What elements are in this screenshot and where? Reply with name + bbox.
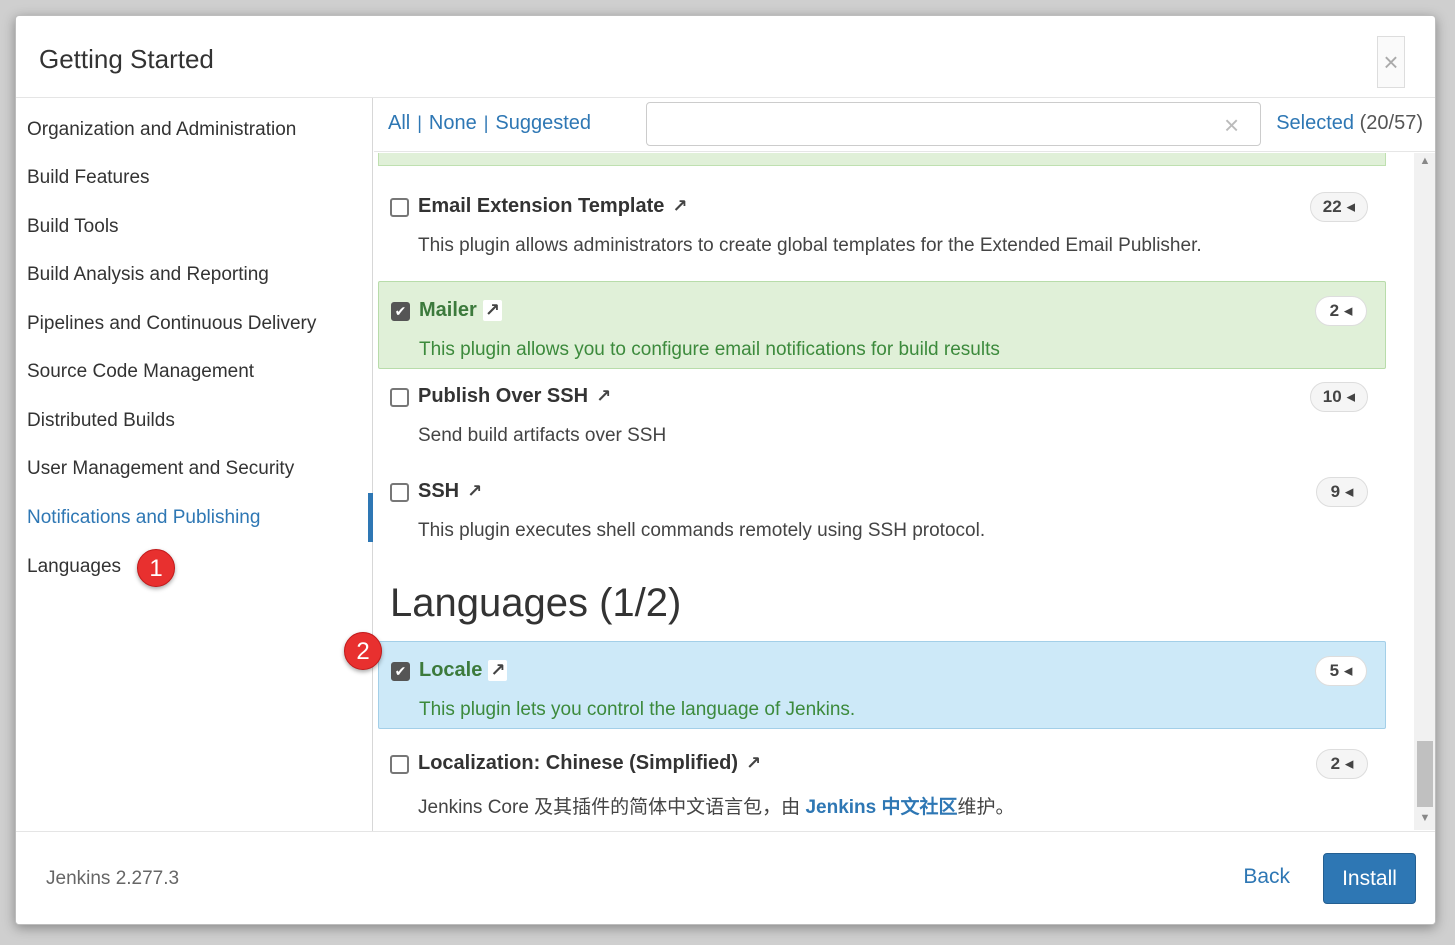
- sidebar-item-organization-administration[interactable]: Organization and Administration: [27, 115, 367, 145]
- sidebar-item-user-management-security[interactable]: User Management and Security: [27, 454, 367, 484]
- languages-section-title: Languages (1/2): [390, 581, 682, 625]
- sidebar-item-pipelines-continuous-delivery[interactable]: Pipelines and Continuous Delivery: [27, 309, 367, 339]
- external-link-icon[interactable]: ↗: [465, 481, 484, 502]
- filter-links: All | None | Suggested: [388, 112, 591, 135]
- scroll-up-icon[interactable]: ▲: [1414, 155, 1435, 171]
- plugin-row-ssh: SSH ↗ This plugin executes shell commands…: [378, 463, 1386, 551]
- separator: |: [417, 113, 422, 133]
- jenkins-version: Jenkins 2.277.3: [46, 868, 180, 889]
- plugin-list-scrollbar[interactable]: ▲ ▼: [1414, 153, 1435, 830]
- sidebar-item-build-analysis-reporting[interactable]: Build Analysis and Reporting: [27, 260, 367, 290]
- plugin-name: Localization: Chinese (Simplified) ↗: [418, 752, 763, 774]
- caret-left-icon: ◂: [1343, 661, 1353, 680]
- install-button[interactable]: Install: [1323, 853, 1416, 904]
- caret-left-icon: ◂: [1346, 197, 1355, 216]
- sidebar-item-build-tools[interactable]: Build Tools: [27, 212, 367, 242]
- dependencies-toggle[interactable]: 22 ◂: [1309, 192, 1368, 222]
- caret-left-icon: ◂: [1344, 754, 1354, 773]
- dialog-title: Getting Started: [39, 44, 214, 74]
- plugin-row-locale: ✔ Locale ↗ This plugin lets you control t…: [378, 641, 1386, 729]
- sidebar-item-build-features[interactable]: Build Features: [27, 163, 367, 193]
- category-sidebar: Organization and Administration Build Fe…: [16, 98, 373, 831]
- plugin-row-localization-chinese: Localization: Chinese (Simplified) ↗ Jenk…: [378, 735, 1386, 823]
- external-link-icon[interactable]: ↗: [594, 386, 613, 407]
- plugin-name: Mailer ↗: [419, 299, 502, 321]
- previous-selected-plugin-edge: [378, 153, 1386, 166]
- plugin-description: Send build artifacts over SSH: [418, 425, 667, 446]
- dependencies-toggle[interactable]: 9 ◂: [1316, 477, 1368, 507]
- caret-left-icon: ◂: [1344, 482, 1354, 501]
- plugin-checkbox[interactable]: [390, 388, 409, 407]
- dialog-footer: Jenkins 2.277.3 Back Install: [16, 831, 1435, 924]
- plugin-checkbox[interactable]: [390, 198, 409, 217]
- plugin-row-publish-over-ssh: Publish Over SSH ↗ Send build artifacts o…: [378, 368, 1386, 456]
- sidebar-item-notifications-publishing[interactable]: Notifications and Publishing: [27, 503, 367, 533]
- annotation-badge-1: 1: [137, 549, 175, 587]
- sidebar-item-source-code-management[interactable]: Source Code Management: [27, 357, 367, 387]
- search-clear-icon[interactable]: ×: [1224, 112, 1239, 138]
- external-link-icon[interactable]: ↗: [670, 196, 689, 217]
- plugin-description: This plugin allows administrators to cre…: [418, 235, 1202, 256]
- plugin-description: This plugin lets you control the languag…: [419, 699, 856, 720]
- jenkins-chinese-community-link[interactable]: Jenkins 中文社区: [805, 797, 957, 818]
- select-suggested-link[interactable]: Suggested: [495, 112, 591, 134]
- external-link-icon[interactable]: ↗: [488, 660, 508, 681]
- annotation-badge-2: 2: [344, 632, 382, 670]
- plugin-checkbox[interactable]: ✔: [391, 662, 410, 681]
- plugin-checkbox[interactable]: [390, 483, 409, 502]
- plugin-checkbox[interactable]: ✔: [391, 302, 410, 321]
- plugin-description: Jenkins Core 及其插件的简体中文语言包，由 Jenkins 中文社区…: [418, 797, 1015, 818]
- dependencies-toggle[interactable]: 5 ◂: [1315, 656, 1367, 686]
- external-link-icon[interactable]: ↗: [482, 300, 502, 321]
- plugin-checkbox[interactable]: [390, 755, 409, 774]
- selected-count: Selected (20/57): [1276, 112, 1423, 135]
- plugin-description: This plugin executes shell commands remo…: [418, 520, 986, 541]
- plugin-row-email-extension-template: Email Extension Template ↗ This plugin al…: [378, 178, 1386, 266]
- caret-left-icon: ◂: [1346, 387, 1355, 406]
- plugin-name: Publish Over SSH ↗: [418, 385, 613, 407]
- sidebar-item-languages[interactable]: Languages: [27, 552, 137, 582]
- scroll-thumb[interactable]: [1417, 741, 1433, 807]
- dependencies-toggle[interactable]: 2 ◂: [1316, 749, 1368, 779]
- close-button[interactable]: ×: [1377, 36, 1405, 88]
- active-category-marker: [368, 493, 373, 542]
- caret-left-icon: ◂: [1343, 301, 1353, 320]
- plugin-description: This plugin allows you to configure emai…: [419, 339, 1000, 360]
- plugin-row-mailer: ✔ Mailer ↗ This plugin allows you to conf…: [378, 281, 1386, 369]
- separator: |: [483, 113, 489, 133]
- plugin-name: Email Extension Template ↗: [418, 195, 689, 217]
- sidebar-item-distributed-builds[interactable]: Distributed Builds: [27, 406, 367, 436]
- plugin-name: Locale ↗: [419, 659, 508, 681]
- scroll-down-icon[interactable]: ▼: [1414, 812, 1435, 828]
- dialog-header: Getting Started ×: [16, 16, 1435, 98]
- dependencies-toggle[interactable]: 2 ◂: [1315, 296, 1367, 326]
- external-link-icon[interactable]: ↗: [744, 753, 763, 774]
- plugin-list: Email Extension Template ↗ This plugin al…: [374, 153, 1414, 830]
- plugin-search-input[interactable]: [646, 102, 1261, 146]
- selected-link[interactable]: Selected: [1276, 112, 1354, 134]
- getting-started-dialog: Getting Started × Organization and Admin…: [15, 15, 1436, 925]
- plugin-toolbar: All | None | Suggested × Selected (20/57): [374, 98, 1435, 152]
- select-all-link[interactable]: All: [388, 112, 410, 134]
- selected-count-value: (20/57): [1359, 112, 1423, 134]
- select-none-link[interactable]: None: [429, 112, 477, 134]
- plugin-name: SSH ↗: [418, 480, 484, 502]
- dependencies-toggle[interactable]: 10 ◂: [1309, 382, 1368, 412]
- back-button[interactable]: Back: [1243, 865, 1290, 889]
